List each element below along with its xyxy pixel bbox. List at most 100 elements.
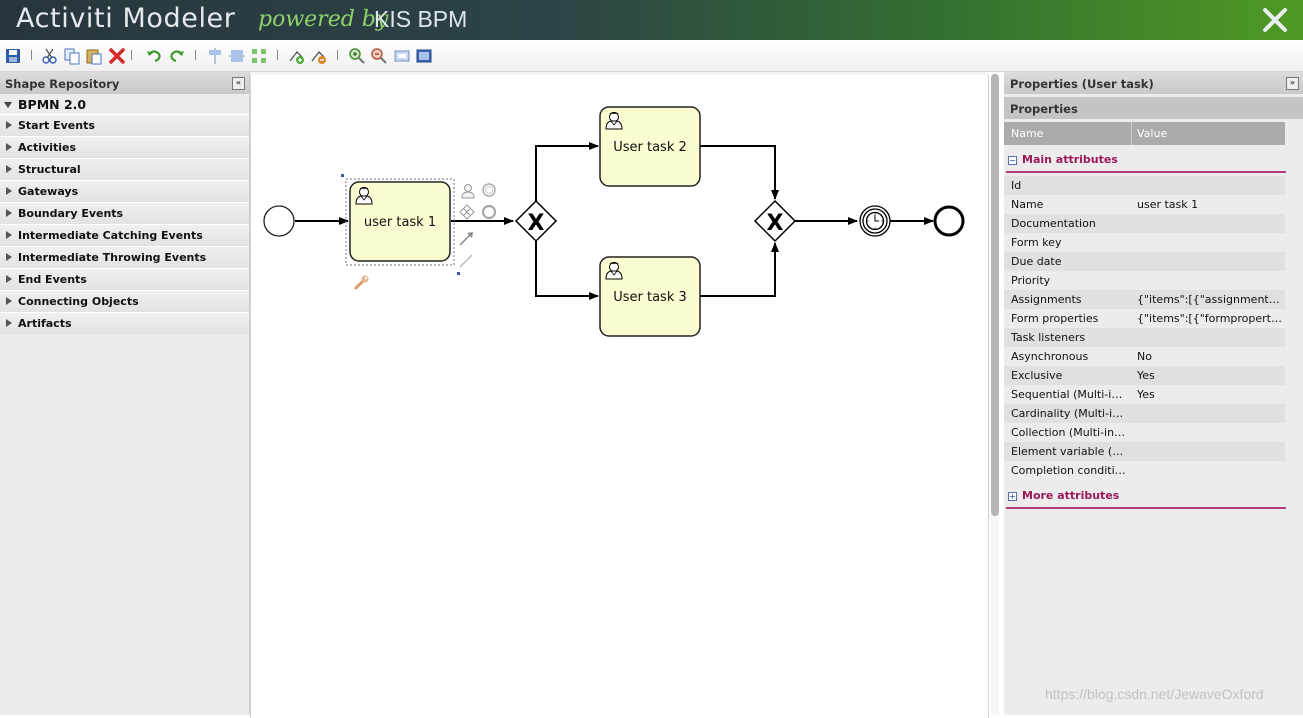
column-value-header[interactable]: Value: [1137, 122, 1167, 146]
add-connection-icon[interactable]: [459, 232, 473, 246]
property-row[interactable]: Assignments {"items":[{"assignment_typ…: [1004, 290, 1285, 309]
column-divider[interactable]: [1131, 122, 1132, 145]
collapsed-triangle-icon: [6, 143, 12, 151]
property-value[interactable]: user task 1: [1137, 195, 1282, 214]
collapsed-triangle-icon: [6, 121, 12, 129]
exclusive-gateway-join[interactable]: X: [753, 199, 797, 243]
sequence-flow[interactable]: [535, 241, 599, 300]
category-intermediate-catching-events[interactable]: Intermediate Catching Events: [0, 224, 249, 246]
property-row[interactable]: Form properties {"items":[{"formproperty_…: [1004, 309, 1285, 328]
category-connecting-objects[interactable]: Connecting Objects: [0, 290, 249, 312]
add-association-icon[interactable]: [459, 254, 473, 268]
sequence-flow[interactable]: [700, 242, 779, 297]
category-artifacts[interactable]: Artifacts: [0, 312, 249, 334]
property-value[interactable]: {"items":[{"formproperty_id"…: [1137, 309, 1282, 328]
category-boundary-events[interactable]: Boundary Events: [0, 202, 249, 224]
align-vertical-icon[interactable]: [206, 47, 224, 65]
undo-icon[interactable]: [145, 47, 163, 65]
category-label: Activities: [18, 141, 77, 154]
property-row[interactable]: Completion condition…: [1004, 461, 1285, 480]
user-task-2[interactable]: User task 2: [599, 106, 701, 187]
property-row[interactable]: Sequential (Multi-inst… Yes: [1004, 385, 1285, 404]
property-row[interactable]: Priority: [1004, 271, 1285, 290]
end-event[interactable]: [933, 205, 965, 237]
property-value[interactable]: {"items":[{"assignment_typ…: [1137, 290, 1282, 309]
copy-icon[interactable]: [63, 47, 81, 65]
user-task-3[interactable]: User task 3: [599, 256, 701, 337]
properties-title: Properties (User task): [1010, 77, 1154, 91]
same-size-icon[interactable]: [250, 47, 268, 65]
sequence-flow[interactable]: [700, 145, 779, 200]
start-event[interactable]: [263, 205, 295, 237]
add-gateway-icon[interactable]: [459, 204, 475, 220]
collapse-left-button[interactable]: «: [232, 77, 245, 90]
bpmn-root-node[interactable]: BPMN 2.0: [0, 94, 249, 114]
zoom-actual-icon[interactable]: [393, 47, 411, 65]
category-label: Artifacts: [18, 317, 72, 330]
bpmn-diagram[interactable]: user task 1 X User task 2 User task 3 X: [251, 75, 988, 715]
property-name: Due date: [1011, 255, 1062, 268]
main-attributes-group[interactable]: − Main attributes: [1004, 152, 1303, 174]
property-name: Sequential (Multi-inst…: [1011, 388, 1129, 401]
category-label: Structural: [18, 163, 81, 176]
category-label: Gateways: [18, 185, 79, 198]
resize-handle[interactable]: [341, 174, 344, 177]
property-row[interactable]: Due date: [1004, 252, 1285, 271]
property-row[interactable]: Cardinality (Multi-inst…: [1004, 404, 1285, 423]
expand-group-icon[interactable]: +: [1008, 492, 1017, 501]
scrollbar-thumb[interactable]: [991, 74, 999, 516]
sequence-flow[interactable]: [535, 142, 599, 201]
exclusive-gateway-split[interactable]: X: [514, 199, 558, 243]
add-intermediate-event-icon[interactable]: [482, 183, 496, 197]
category-label: Connecting Objects: [18, 295, 139, 308]
delete-icon[interactable]: [108, 47, 126, 65]
zoom-in-icon[interactable]: [348, 47, 366, 65]
property-row[interactable]: Form key: [1004, 233, 1285, 252]
collapsed-triangle-icon: [6, 297, 12, 305]
collapse-group-icon[interactable]: −: [1008, 156, 1017, 165]
paste-icon[interactable]: [85, 47, 103, 65]
property-row[interactable]: Id: [1004, 176, 1285, 195]
add-user-task-icon[interactable]: [461, 184, 475, 199]
add-bendpoint-icon[interactable]: [288, 47, 306, 65]
category-start-events[interactable]: Start Events: [0, 114, 249, 136]
property-row[interactable]: Documentation: [1004, 214, 1285, 233]
property-value[interactable]: No: [1137, 347, 1282, 366]
zoom-fit-icon[interactable]: [415, 47, 433, 65]
user-task-1[interactable]: user task 1: [349, 181, 451, 262]
property-row[interactable]: Asynchronous No: [1004, 347, 1285, 366]
category-intermediate-throwing-events[interactable]: Intermediate Throwing Events: [0, 246, 249, 268]
align-horizontal-icon[interactable]: [228, 47, 246, 65]
canvas-scrollbar[interactable]: [991, 72, 999, 715]
property-row[interactable]: Exclusive Yes: [1004, 366, 1285, 385]
cut-icon[interactable]: [41, 47, 59, 65]
category-label: Boundary Events: [18, 207, 124, 220]
wrench-icon[interactable]: [354, 275, 369, 290]
property-row[interactable]: Element variable (Mu…: [1004, 442, 1285, 461]
timer-catch-event[interactable]: [859, 205, 891, 237]
resize-handle[interactable]: [457, 272, 460, 275]
category-activities[interactable]: Activities: [0, 136, 249, 158]
add-end-event-icon[interactable]: [481, 204, 497, 220]
redo-icon[interactable]: [168, 47, 186, 65]
property-value[interactable]: Yes: [1137, 366, 1282, 385]
column-name-header[interactable]: Name: [1011, 122, 1043, 146]
shape-repository-title: Shape Repository: [5, 77, 120, 91]
more-attributes-group[interactable]: + More attributes: [1004, 488, 1303, 510]
diagram-canvas[interactable]: user task 1 X User task 2 User task 3 X: [250, 75, 989, 718]
property-name: Exclusive: [1011, 369, 1063, 382]
close-icon[interactable]: [1261, 6, 1289, 34]
property-name: Assignments: [1011, 293, 1082, 306]
property-row[interactable]: Task listeners: [1004, 328, 1285, 347]
property-value[interactable]: Yes: [1137, 385, 1282, 404]
property-row[interactable]: Collection (Multi-inst…: [1004, 423, 1285, 442]
property-name: Completion condition…: [1011, 464, 1129, 477]
category-end-events[interactable]: End Events: [0, 268, 249, 290]
category-gateways[interactable]: Gateways: [0, 180, 249, 202]
category-structural[interactable]: Structural: [0, 158, 249, 180]
remove-bendpoint-icon[interactable]: [310, 47, 328, 65]
save-icon[interactable]: [4, 47, 22, 65]
collapse-right-button[interactable]: »: [1286, 77, 1299, 90]
zoom-out-icon[interactable]: [370, 47, 388, 65]
property-row[interactable]: Name user task 1: [1004, 195, 1285, 214]
